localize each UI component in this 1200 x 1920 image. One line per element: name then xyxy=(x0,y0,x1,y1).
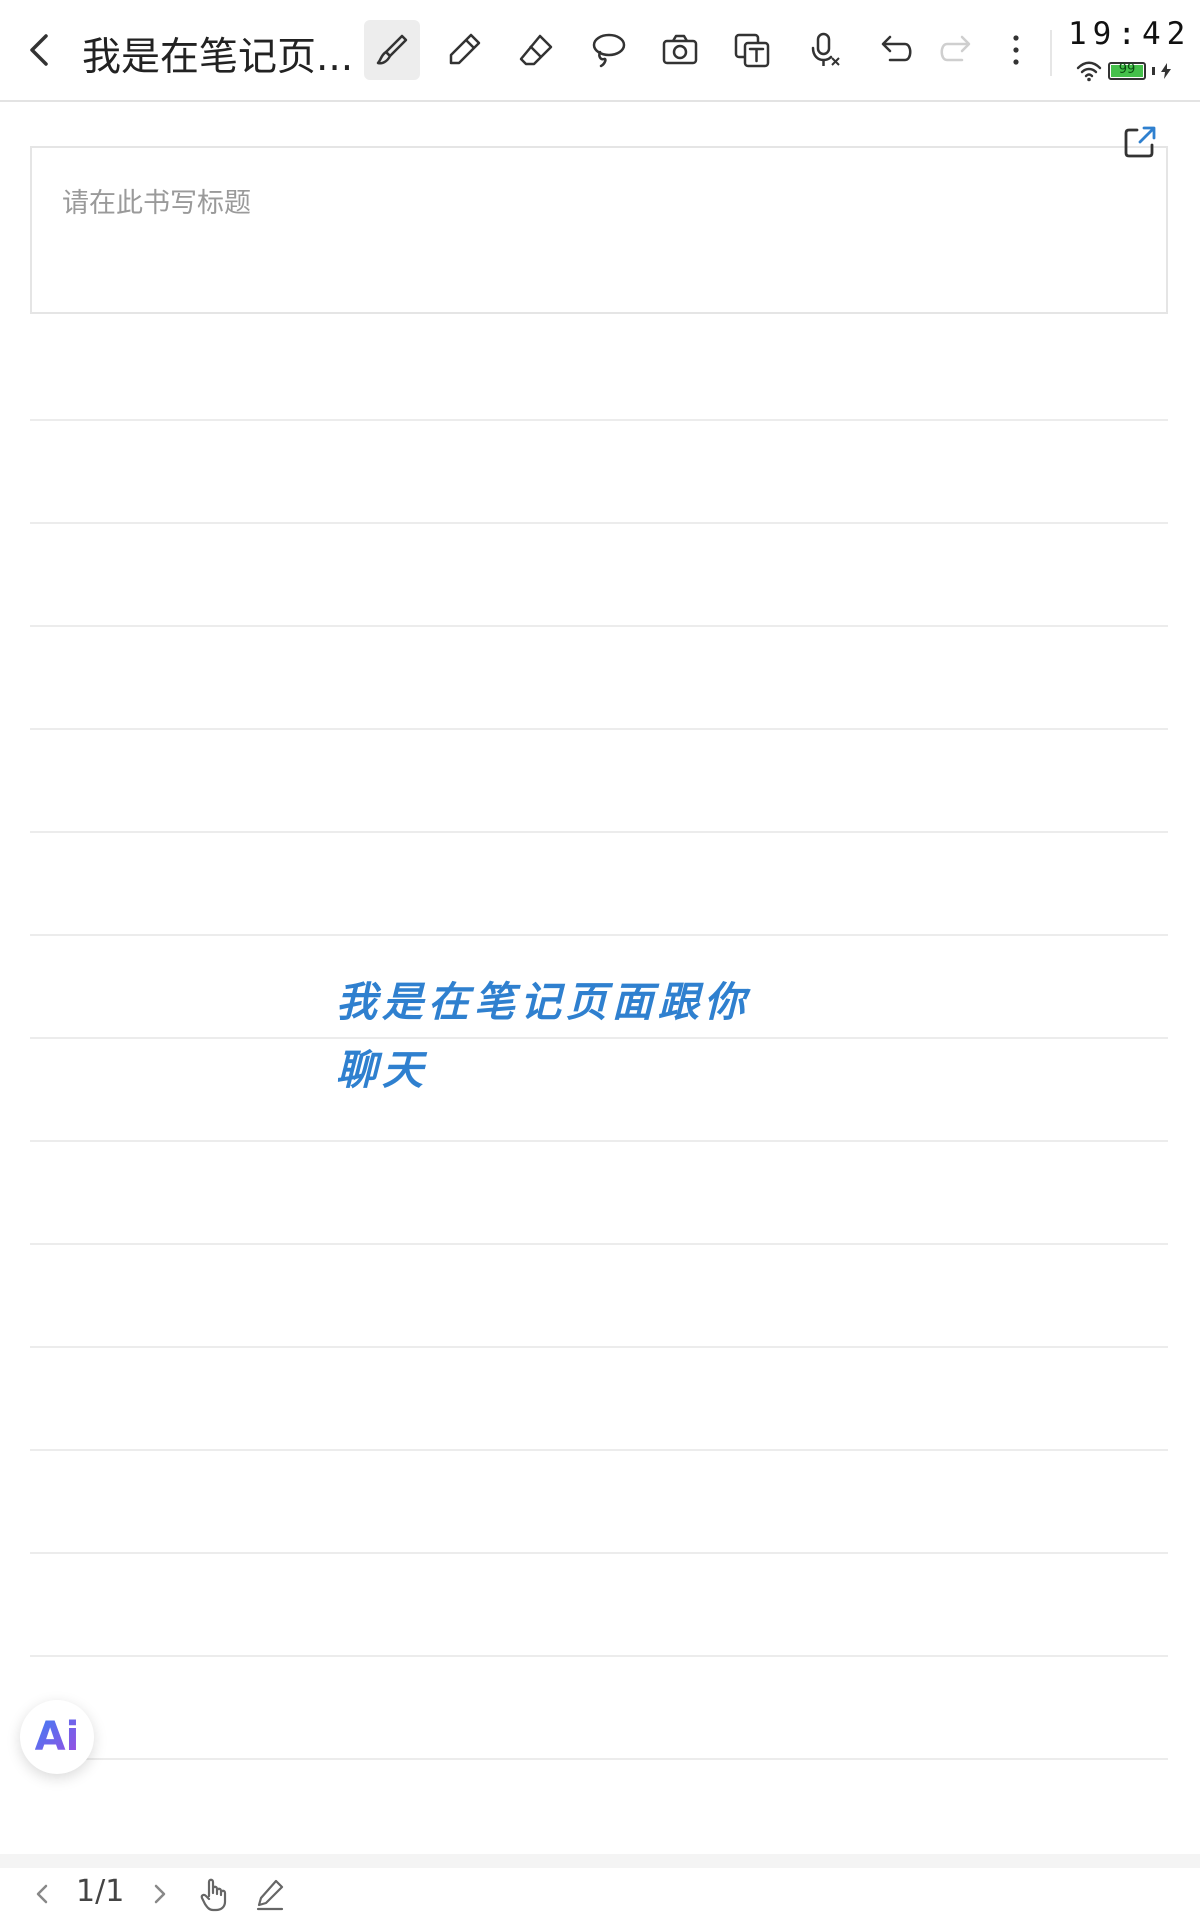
note-title[interactable]: 我是在笔记页... xyxy=(82,26,352,82)
ruled-line xyxy=(30,625,1168,627)
voice-to-text-icon xyxy=(811,32,840,66)
ruled-line xyxy=(30,831,1168,833)
export-icon[interactable] xyxy=(1122,124,1158,160)
page-indicator: 1/1 xyxy=(76,1874,125,1909)
pen-mode-button[interactable] xyxy=(250,1874,290,1914)
ruled-line xyxy=(30,1655,1168,1657)
prev-page-button[interactable] xyxy=(22,1874,62,1914)
lasso-icon xyxy=(592,33,626,68)
text-recognize-tool[interactable] xyxy=(724,20,780,80)
undo-icon xyxy=(881,35,912,62)
hand-mode-button[interactable] xyxy=(194,1874,234,1914)
chevron-left-icon xyxy=(36,1884,48,1904)
brush-pen-icon xyxy=(376,34,408,65)
lasso-tool[interactable] xyxy=(580,20,636,80)
chevron-right-icon xyxy=(154,1884,166,1904)
ruled-line xyxy=(30,1140,1168,1142)
ai-assistant-button[interactable]: Ai xyxy=(20,1700,94,1774)
pencil-tool[interactable] xyxy=(436,20,492,80)
camera-tool[interactable] xyxy=(652,20,708,80)
bottom-bar: 1/1 xyxy=(0,1868,1200,1920)
ruled-line xyxy=(30,1037,1168,1039)
wifi-icon xyxy=(1076,61,1102,82)
undo-button[interactable] xyxy=(868,20,924,80)
status-icons: 99 xyxy=(1076,58,1171,84)
ruled-line xyxy=(30,522,1168,524)
toolbar-divider xyxy=(1050,30,1052,76)
pen-icon xyxy=(256,1879,284,1911)
more-button[interactable] xyxy=(988,20,1044,80)
battery-percent: 99 xyxy=(1118,62,1136,77)
voice-to-text-tool[interactable] xyxy=(796,20,852,80)
status-time: 19:42 xyxy=(1068,16,1192,52)
redo-icon xyxy=(940,35,971,62)
ruled-line xyxy=(30,419,1168,421)
title-input[interactable] xyxy=(60,182,964,224)
text-recognize-icon xyxy=(734,33,770,68)
ruled-line xyxy=(30,934,1168,936)
battery-icon: 99 xyxy=(1108,62,1146,80)
hand-icon xyxy=(200,1878,227,1912)
charging-bolt-icon xyxy=(1161,63,1171,79)
ruled-line xyxy=(30,1449,1168,1451)
title-box xyxy=(30,146,1168,314)
next-page-button[interactable] xyxy=(140,1874,180,1914)
ruled-line xyxy=(30,1346,1168,1348)
brush-pen-tool[interactable] xyxy=(364,20,420,80)
note-page[interactable]: 我是在笔记页面跟你 聊天 xyxy=(0,102,1200,1854)
camera-icon xyxy=(662,34,698,65)
more-icon xyxy=(1013,35,1019,65)
ruled-line xyxy=(30,1243,1168,1245)
eraser-icon xyxy=(519,34,553,66)
ruled-line xyxy=(30,728,1168,730)
pencil-icon xyxy=(449,33,481,65)
eraser-tool[interactable] xyxy=(508,20,564,80)
ai-label: Ai xyxy=(34,1714,80,1760)
top-toolbar: 我是在笔记页... 19:42 99 xyxy=(0,0,1200,102)
handwriting-line: 我是在笔记页面跟你 xyxy=(336,978,750,1026)
ruled-line xyxy=(30,1758,1168,1760)
ruled-line xyxy=(30,1552,1168,1554)
back-chevron-icon[interactable] xyxy=(22,28,58,72)
redo-button[interactable] xyxy=(928,20,984,80)
battery-tip xyxy=(1152,67,1155,75)
handwriting-line: 聊天 xyxy=(336,1046,428,1094)
